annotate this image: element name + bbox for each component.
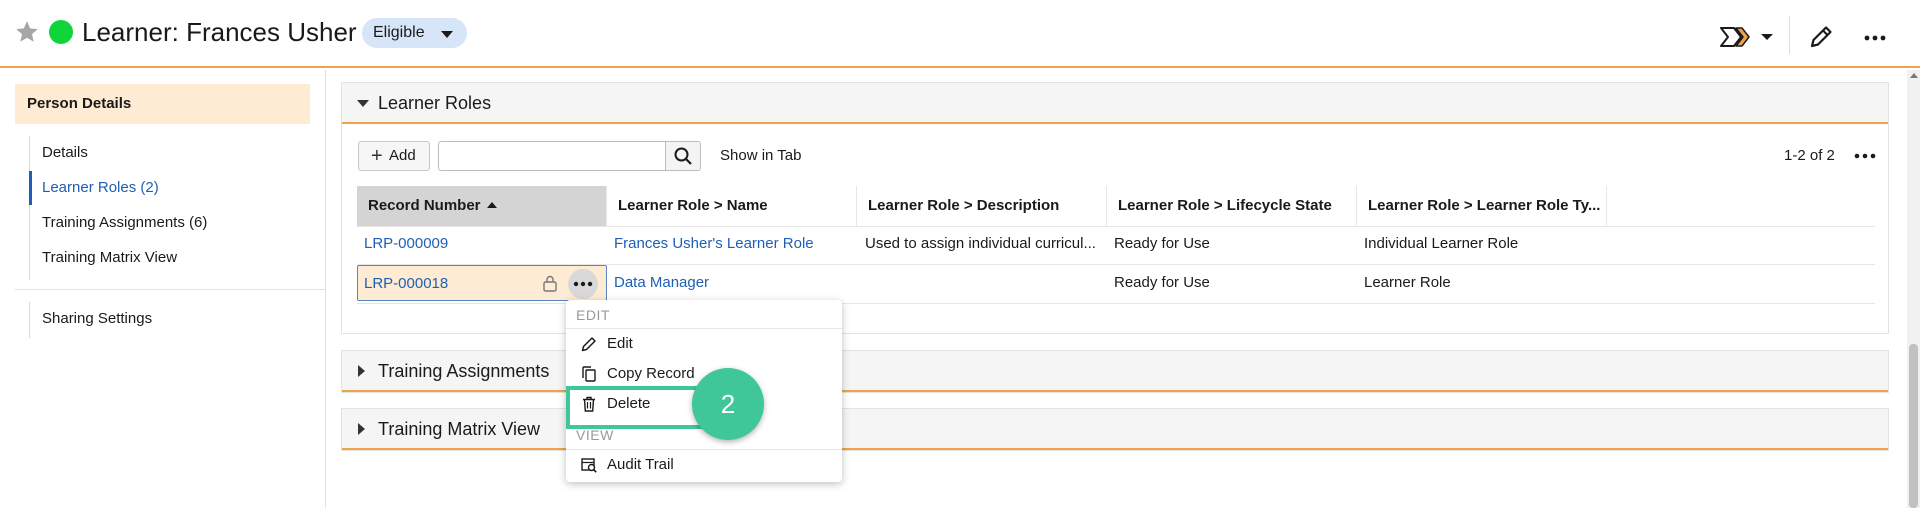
sidebar-active-indicator xyxy=(29,171,32,205)
sidebar: Person Details Details Learner Roles (2)… xyxy=(0,70,326,508)
lifecycle-state: Ready for Use xyxy=(1114,274,1210,291)
more-icon xyxy=(1864,35,1886,41)
column-header-name[interactable]: Learner Role > Name xyxy=(607,186,857,226)
learner-roles-section: Learner Roles + Add Show in Tab 1-2 of 2… xyxy=(341,82,1889,334)
collapse-caret-icon xyxy=(357,100,369,107)
workflow-icon xyxy=(1720,27,1773,47)
add-button[interactable]: + Add xyxy=(358,141,430,171)
scroll-up-arrow-icon[interactable] xyxy=(1910,73,1918,78)
expand-caret-icon xyxy=(358,365,365,377)
pencil-icon xyxy=(1810,26,1832,48)
sidebar-item-details[interactable]: Details xyxy=(42,144,88,161)
menu-item-label: Edit xyxy=(607,335,633,352)
copy-icon xyxy=(582,366,596,382)
section-title: Learner Roles xyxy=(378,93,492,113)
plus-icon: + xyxy=(371,145,383,167)
header-divider xyxy=(1789,16,1790,54)
learner-role-type: Individual Learner Role xyxy=(1364,235,1519,252)
record-header: Learner: Frances Usher Eligible xyxy=(0,0,1920,68)
page-scrollbar[interactable] xyxy=(1907,70,1920,508)
section-title: Training Assignments xyxy=(378,361,550,381)
status-indicator xyxy=(49,20,73,44)
table-header-divider xyxy=(357,226,1875,227)
column-header-description[interactable]: Learner Role > Description xyxy=(857,186,1107,226)
audit-trail-icon xyxy=(581,458,597,473)
scrollbar-thumb[interactable] xyxy=(1909,344,1918,508)
sidebar-item-training-matrix-view[interactable]: Training Matrix View xyxy=(42,249,177,266)
sidebar-item-sharing-settings[interactable]: Sharing Settings xyxy=(42,310,152,327)
status-badge-label: Eligible xyxy=(373,24,425,41)
chevron-down-icon xyxy=(440,31,453,38)
menu-item-audit-trail[interactable]: Audit Trail xyxy=(566,451,842,479)
learner-role-name-link[interactable]: Frances Usher's Learner Role xyxy=(614,235,814,252)
delete-highlight xyxy=(566,386,708,429)
column-header-role-type[interactable]: Learner Role > Learner Role Ty... xyxy=(1357,186,1607,226)
sidebar-item-learner-roles[interactable]: Learner Roles (2) xyxy=(42,179,159,196)
selected-cell[interactable]: LRP-000018 xyxy=(357,265,607,301)
more-icon xyxy=(1854,153,1876,159)
section-title: Training Matrix View xyxy=(378,419,541,439)
search-icon xyxy=(674,147,692,165)
learner-role-description: Used to assign individual curricul... xyxy=(865,235,1096,252)
expand-caret-icon xyxy=(358,423,365,435)
show-in-tab-link[interactable]: Show in Tab xyxy=(720,147,801,164)
edit-record-button[interactable] xyxy=(1806,22,1836,52)
table-more-actions-button[interactable] xyxy=(1850,141,1880,171)
learner-role-type: Learner Role xyxy=(1364,274,1451,291)
lifecycle-state: Ready for Use xyxy=(1114,235,1210,252)
column-header-label: Record Number xyxy=(368,197,481,214)
search-button[interactable] xyxy=(665,141,701,171)
record-number-link[interactable]: LRP-000009 xyxy=(364,235,448,252)
menu-item-label: Copy Record xyxy=(607,365,695,382)
add-button-label: Add xyxy=(389,147,416,164)
step-badge: 2 xyxy=(692,368,764,440)
sidebar-nav: Details Learner Roles (2) Training Assig… xyxy=(29,136,299,280)
menu-group-view: VIEW xyxy=(576,427,614,443)
record-more-actions-button[interactable] xyxy=(1858,22,1892,52)
menu-divider xyxy=(566,328,842,329)
learner-roles-section-header[interactable]: Learner Roles xyxy=(342,83,1888,124)
page-title: Learner: Frances Usher xyxy=(82,17,357,47)
menu-divider xyxy=(566,449,842,450)
star-icon[interactable] xyxy=(14,19,40,45)
sidebar-header[interactable]: Person Details xyxy=(15,84,310,124)
menu-item-edit[interactable]: Edit xyxy=(566,330,842,358)
sort-ascending-icon xyxy=(486,202,497,208)
status-badge[interactable]: Eligible xyxy=(362,18,467,48)
sidebar-item-training-assignments[interactable]: Training Assignments (6) xyxy=(42,214,207,231)
search-input[interactable] xyxy=(438,141,666,171)
lock-icon xyxy=(543,275,557,292)
sidebar-divider xyxy=(15,289,325,290)
learner-role-name-link[interactable]: Data Manager xyxy=(614,274,709,291)
pencil-icon xyxy=(581,337,596,352)
row-actions-button[interactable] xyxy=(568,269,598,299)
workflow-actions-button[interactable] xyxy=(1718,22,1778,52)
more-icon xyxy=(573,281,593,287)
pagination-count: 1-2 of 2 xyxy=(1784,147,1835,164)
menu-group-edit: EDIT xyxy=(576,307,610,323)
record-number-link[interactable]: LRP-000018 xyxy=(364,275,448,292)
sidebar-secondary-nav: Sharing Settings xyxy=(29,302,299,338)
menu-item-label: Audit Trail xyxy=(607,456,674,473)
column-header-lifecycle-state[interactable]: Learner Role > Lifecycle State xyxy=(1107,186,1357,226)
column-header-record-number[interactable]: Record Number xyxy=(357,186,607,226)
